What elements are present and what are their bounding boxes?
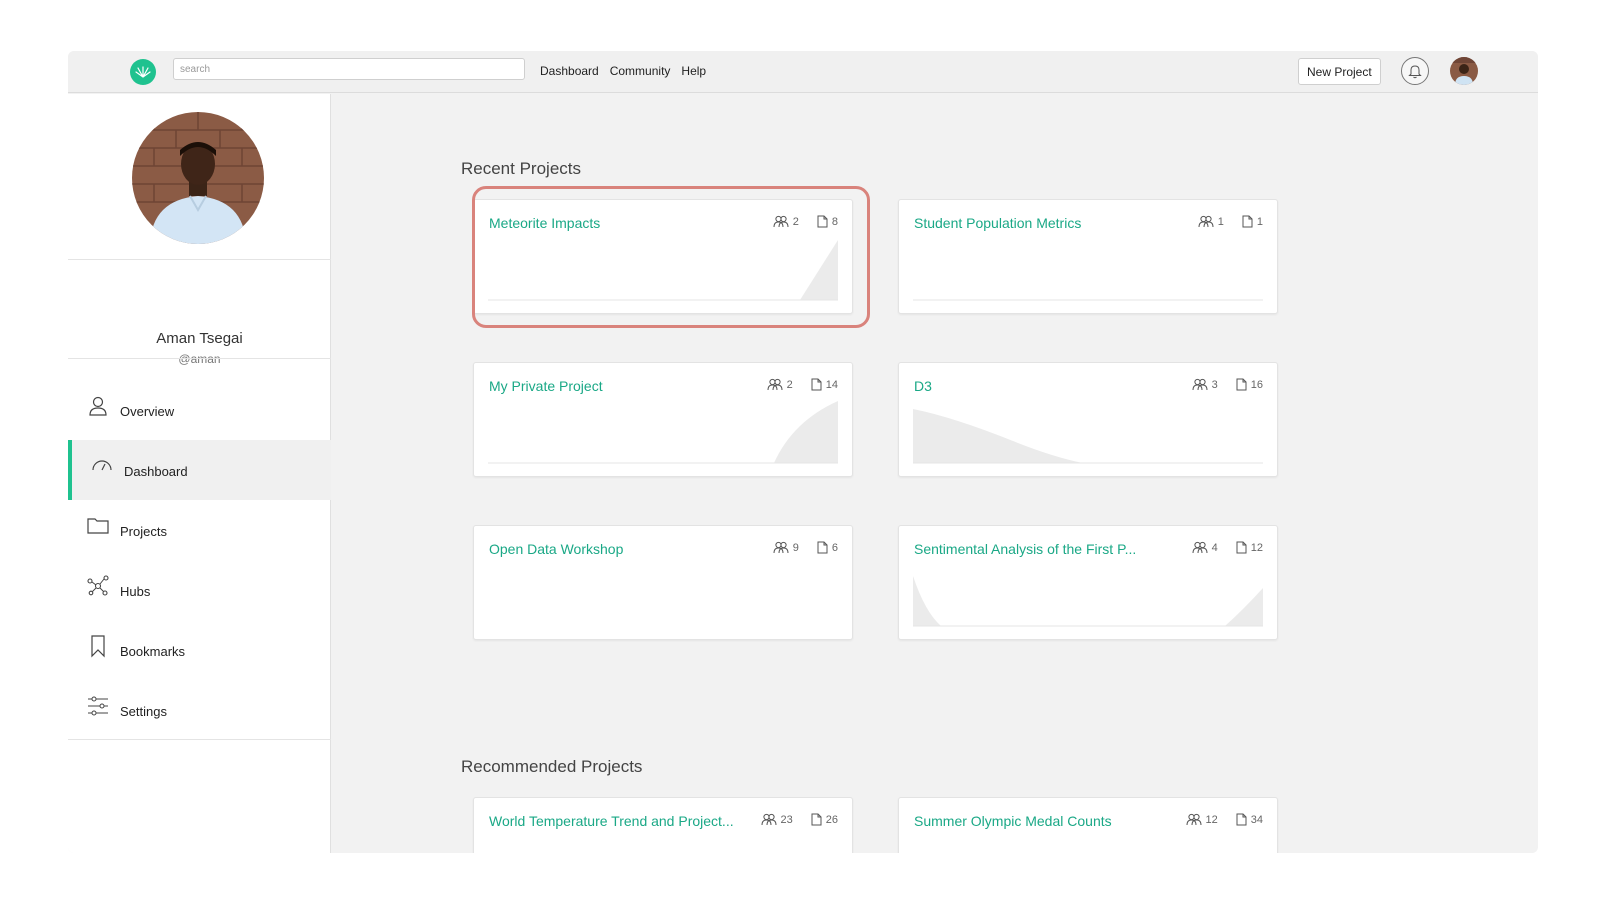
project-card[interactable]: D3 3 16 bbox=[898, 362, 1278, 477]
files-count: 16 bbox=[1250, 378, 1263, 391]
members-icon bbox=[761, 813, 776, 826]
top-nav: Dashboard Community Help bbox=[540, 64, 706, 78]
project-card[interactable]: My Private Project 2 14 bbox=[473, 362, 853, 477]
activity-sparkline bbox=[488, 240, 838, 301]
members-icon bbox=[1186, 813, 1201, 826]
project-stats: 12 34 bbox=[1186, 813, 1263, 826]
files-count: 12 bbox=[1250, 541, 1263, 554]
file-icon bbox=[1236, 541, 1247, 554]
user-handle: @aman bbox=[178, 352, 221, 366]
members-count: 23 bbox=[780, 813, 793, 826]
sidebar-item-bookmarks[interactable]: Bookmarks bbox=[68, 620, 331, 680]
members-count: 12 bbox=[1205, 813, 1218, 826]
project-stats: 3 16 bbox=[1192, 378, 1263, 391]
members-icon bbox=[773, 215, 789, 228]
files-count: 8 bbox=[831, 215, 838, 228]
files-count: 26 bbox=[825, 813, 838, 826]
project-title-link[interactable]: D3 bbox=[914, 378, 932, 394]
project-stats: 23 26 bbox=[761, 813, 838, 826]
project-stats: 1 1 bbox=[1198, 215, 1263, 228]
file-icon bbox=[1236, 813, 1247, 826]
recommended-projects-heading: Recommended Projects bbox=[461, 757, 643, 776]
activity-sparkline bbox=[913, 409, 1263, 464]
activity-sparkline bbox=[913, 576, 1263, 627]
sidebar-item-label: Projects bbox=[120, 524, 167, 539]
search-input[interactable] bbox=[173, 58, 525, 80]
members-count: 1 bbox=[1217, 215, 1224, 228]
user-name: Aman Tsegai bbox=[156, 330, 243, 347]
project-stats: 9 6 bbox=[773, 541, 838, 554]
project-card[interactable]: Sentimental Analysis of the First P... 4… bbox=[898, 525, 1278, 640]
activity-sparkline bbox=[913, 299, 1263, 301]
sidebar: Aman Tsegai @aman Overview Dashboard Pro… bbox=[68, 94, 331, 853]
members-count: 2 bbox=[786, 378, 793, 391]
files-count: 1 bbox=[1256, 215, 1263, 228]
sidebar-item-label: Settings bbox=[120, 704, 167, 719]
sidebar-item-dashboard[interactable]: Dashboard bbox=[68, 440, 331, 500]
project-title-link[interactable]: Meteorite Impacts bbox=[489, 215, 600, 231]
sidebar-item-label: Dashboard bbox=[124, 464, 188, 479]
members-count: 4 bbox=[1211, 541, 1218, 554]
project-title-link[interactable]: My Private Project bbox=[489, 378, 603, 394]
bell-icon[interactable] bbox=[1401, 57, 1429, 85]
new-project-button[interactable]: New Project bbox=[1298, 58, 1381, 85]
project-title-link[interactable]: Student Population Metrics bbox=[914, 215, 1081, 231]
bookmark-icon bbox=[91, 635, 105, 658]
members-icon bbox=[1198, 215, 1214, 228]
nav-dashboard-link[interactable]: Dashboard bbox=[540, 64, 599, 78]
speedometer-icon bbox=[92, 460, 112, 471]
project-card[interactable]: Open Data Workshop 9 6 bbox=[473, 525, 853, 640]
project-card[interactable]: Summer Olympic Medal Counts 12 34 bbox=[898, 797, 1278, 853]
files-count: 14 bbox=[825, 378, 838, 391]
top-bar: Dashboard Community Help New Project bbox=[68, 51, 1538, 93]
user-avatar[interactable] bbox=[1450, 57, 1478, 85]
sidebar-item-settings[interactable]: Settings bbox=[68, 680, 331, 740]
members-icon bbox=[1192, 378, 1208, 391]
members-icon bbox=[1192, 541, 1208, 554]
members-icon bbox=[767, 378, 783, 391]
nav-community-link[interactable]: Community bbox=[610, 64, 671, 78]
project-stats: 2 14 bbox=[767, 378, 838, 391]
members-count: 9 bbox=[792, 541, 799, 554]
project-card[interactable]: Meteorite Impacts 2 8 bbox=[473, 199, 853, 314]
file-icon bbox=[811, 813, 822, 826]
sidebar-item-hubs[interactable]: Hubs bbox=[68, 560, 331, 620]
sidebar-divider bbox=[68, 739, 331, 740]
sidebar-item-label: Bookmarks bbox=[120, 644, 186, 659]
project-title-link[interactable]: World Temperature Trend and Project... bbox=[489, 813, 734, 829]
sidebar-item-label: Overview bbox=[120, 404, 175, 419]
members-icon bbox=[773, 541, 789, 554]
sidebar-divider bbox=[68, 259, 331, 260]
file-icon bbox=[1236, 378, 1247, 391]
sliders-icon bbox=[88, 696, 108, 716]
project-title-link[interactable]: Open Data Workshop bbox=[489, 541, 623, 557]
user-icon bbox=[89, 396, 107, 416]
members-count: 2 bbox=[792, 215, 799, 228]
sidebar-divider bbox=[68, 358, 331, 359]
activity-sparkline bbox=[488, 401, 838, 464]
file-icon bbox=[817, 541, 828, 554]
project-stats: 4 12 bbox=[1192, 541, 1263, 554]
network-icon bbox=[87, 575, 109, 596]
files-count: 34 bbox=[1250, 813, 1263, 826]
file-icon bbox=[1242, 215, 1253, 228]
file-icon bbox=[811, 378, 822, 391]
project-card[interactable]: World Temperature Trend and Project... 2… bbox=[473, 797, 853, 853]
file-icon bbox=[817, 215, 828, 228]
folder-icon bbox=[87, 518, 109, 534]
sidebar-item-projects[interactable]: Projects bbox=[68, 500, 331, 560]
leaf-logo-icon[interactable] bbox=[130, 59, 156, 85]
project-title-link[interactable]: Sentimental Analysis of the First P... bbox=[914, 541, 1136, 557]
files-count: 6 bbox=[831, 541, 838, 554]
sidebar-item-overview[interactable]: Overview bbox=[68, 380, 331, 440]
project-title-link[interactable]: Summer Olympic Medal Counts bbox=[914, 813, 1112, 829]
nav-help-link[interactable]: Help bbox=[681, 64, 706, 78]
sidebar-item-label: Hubs bbox=[120, 584, 151, 599]
recent-projects-heading: Recent Projects bbox=[461, 159, 581, 178]
project-stats: 2 8 bbox=[773, 215, 838, 228]
members-count: 3 bbox=[1211, 378, 1218, 391]
project-card[interactable]: Student Population Metrics 1 1 bbox=[898, 199, 1278, 314]
app-window: Dashboard Community Help New Project bbox=[68, 51, 1538, 853]
profile-photo bbox=[132, 112, 264, 244]
